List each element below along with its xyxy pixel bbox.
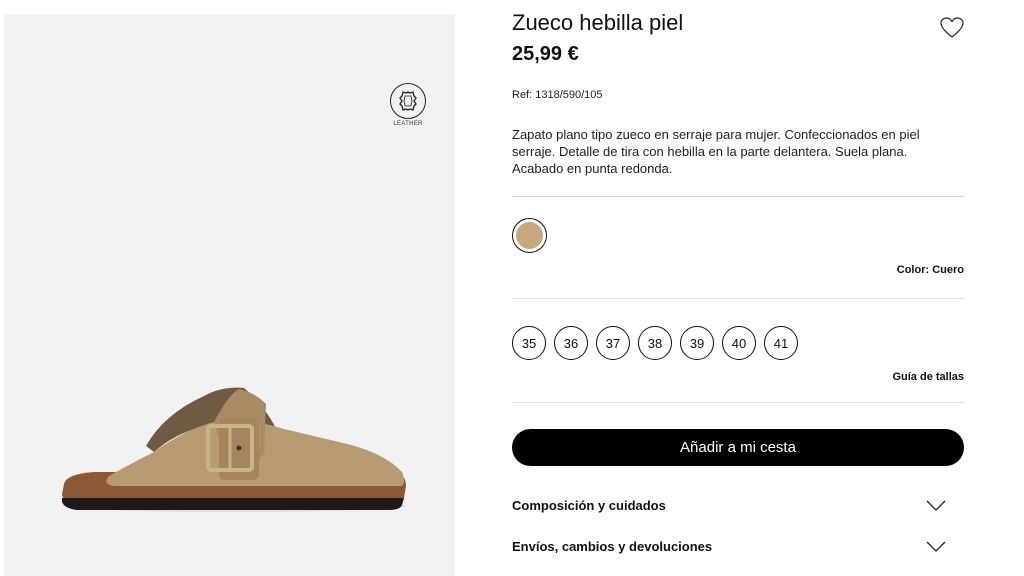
color-swatch-cuero[interactable] [512,218,547,253]
leather-badge-label: LEATHER [393,121,423,127]
size-option[interactable]: 39 [680,326,714,360]
size-option[interactable]: 37 [596,326,630,360]
leather-badge: LEATHER [387,83,429,143]
size-option[interactable]: 38 [638,326,672,360]
size-option[interactable]: 40 [722,326,756,360]
divider [512,196,964,197]
divider [512,298,964,299]
product-image[interactable] [54,374,414,524]
product-title: Zueco hebilla piel [512,10,684,35]
product-image-gallery: LEATHER [4,14,455,576]
size-option[interactable]: 36 [554,326,588,360]
add-to-cart-button[interactable]: Añadir a mi cesta [512,429,964,466]
divider [512,402,964,403]
size-option[interactable]: 41 [764,326,798,360]
chevron-down-icon [926,500,946,511]
heart-icon [940,17,964,38]
accordion-composition-care[interactable]: Composición y cuidados [512,494,964,518]
size-option[interactable]: 35 [512,326,546,360]
product-price: 25,99 € [512,43,579,65]
size-selector: 35 36 37 38 39 40 41 [512,326,798,360]
product-description: Zapato plano tipo zueco en serraje para … [512,127,920,176]
chevron-down-icon [926,541,946,552]
favorite-button[interactable] [939,16,965,40]
product-reference: Ref: 1318/590/105 [512,89,603,101]
accordion-shipping-returns[interactable]: Envíos, cambios y devoluciones [512,535,964,559]
size-guide-link[interactable]: Guía de tallas [892,371,964,383]
accordion-label: Envíos, cambios y devoluciones [512,539,713,554]
accordion-label: Composición y cuidados [512,498,666,513]
color-swatch-fill [516,222,543,249]
selected-color-label: Color: Cuero [896,264,964,276]
leather-hide-icon [390,83,426,119]
